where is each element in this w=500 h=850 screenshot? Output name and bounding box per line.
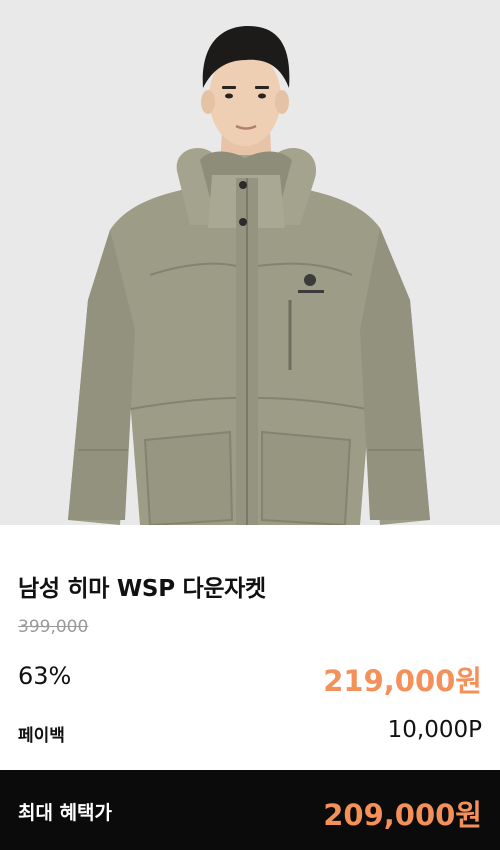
product-card[interactable]: 남성 히마 WSP 다운자켓 399,000 63% 219,000원 페이백 …	[0, 0, 500, 850]
product-photo-illustration	[0, 0, 500, 525]
original-price: 399,000	[18, 617, 89, 637]
product-title[interactable]: 남성 히마 WSP 다운자켓	[18, 569, 266, 603]
product-image[interactable]	[0, 0, 500, 525]
payback-value: 10,000P	[387, 717, 482, 743]
max-benefit-bar[interactable]: 최대 혜택가 209,000원	[0, 770, 500, 850]
product-info: 남성 히마 WSP 다운자켓 399,000 63% 219,000원 페이백 …	[0, 525, 500, 770]
sale-price: 219,000원	[323, 664, 482, 698]
discount-rate: 63%	[18, 662, 72, 690]
max-benefit-label: 최대 혜택가	[18, 802, 113, 824]
payback-label: 페이백	[18, 726, 65, 746]
max-benefit-price: 209,000원	[323, 798, 482, 832]
